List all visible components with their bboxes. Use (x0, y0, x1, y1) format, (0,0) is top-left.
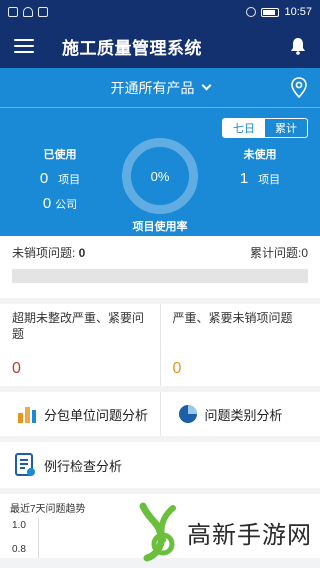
unsold-issues: 未销项问题: 0 (12, 244, 85, 261)
issues-progress-bar (12, 269, 308, 283)
checklist-icon (15, 453, 35, 476)
serious-unsold-card[interactable]: 严重、紧要未销项问题 0 (159, 304, 320, 386)
pie-chart-icon (178, 405, 197, 423)
top-nav-bar: 施工质量管理系统 (0, 24, 320, 68)
subcontract-analysis-label: 分包单位问题分析 (44, 407, 149, 423)
subcontract-analysis-link[interactable]: 分包单位问题分析 (0, 392, 160, 436)
overdue-serious-card[interactable]: 超期未整改严重、紧要问题 0 (0, 304, 160, 386)
status-icons-right: 10:57 (246, 6, 312, 18)
trend-tick-label: 0.8 (12, 544, 26, 555)
bar-chart-icon (18, 407, 36, 423)
routine-check-label: 例行检查分析 (44, 458, 123, 474)
usage-rate-donut: 0% (122, 138, 198, 214)
bell-icon[interactable] (290, 37, 306, 55)
trend-title: 最近7天问题趋势 (10, 504, 86, 515)
sim-icon (8, 7, 18, 17)
used-project-unit: 项目 (58, 174, 81, 186)
unused-title: 未使用 (243, 149, 277, 161)
total-issues-value: 0 (301, 246, 308, 260)
location-pin-icon[interactable] (290, 77, 308, 99)
trend-tick-label: 1.0 (12, 520, 26, 531)
unsold-issues-label: 未销项问题: (12, 246, 79, 260)
unused-project-unit: 项目 (258, 174, 281, 186)
issues-summary: 未销项问题: 0 累计问题:0 (0, 236, 320, 298)
status-icons-left (8, 7, 48, 17)
wifi-icon (23, 7, 33, 17)
product-select[interactable]: 开通所有产品 (110, 78, 211, 98)
unsold-issues-value: 0 (78, 246, 86, 260)
usage-summary-panel: 开通所有产品 七日 累计 已使用 0 项目 0 公司 0% 项目使用率 未使用 … (0, 68, 320, 236)
app-title: 施工质量管理系统 (62, 38, 202, 58)
overdue-serious-count: 0 (12, 360, 21, 377)
battery-icon (261, 7, 280, 17)
unused-stats: 未使用 1 项目 (200, 146, 320, 195)
product-selector-row: 开通所有产品 (0, 68, 320, 108)
period-tabs: 七日 累计 (222, 118, 308, 138)
used-company-count: 0 (42, 195, 52, 212)
menu-icon[interactable] (14, 39, 34, 53)
mute-icon (246, 7, 257, 17)
used-title: 已使用 (43, 149, 77, 161)
tab-seven-days[interactable]: 七日 (223, 119, 265, 137)
analysis-links: 分包单位问题分析 问题类别分析 (0, 392, 320, 436)
used-stats: 已使用 0 项目 0 公司 (0, 146, 120, 220)
chevron-down-icon (201, 80, 211, 91)
category-analysis-link[interactable]: 问题类别分析 (159, 392, 320, 436)
serious-unsold-title: 严重、紧要未销项问题 (172, 311, 293, 325)
serious-unsold-count: 0 (172, 360, 182, 377)
category-analysis-label: 问题类别分析 (204, 407, 283, 423)
unused-project-count: 1 (239, 170, 249, 187)
usage-rate-label: 项目使用率 (132, 221, 188, 233)
status-time: 10:57 (284, 6, 312, 18)
total-issues-label: 累计问题: (249, 246, 302, 260)
severity-cards: 超期未整改严重、紧要问题 0 严重、紧要未销项问题 0 (0, 304, 320, 386)
overdue-serious-title: 超期未整改严重、紧要问题 (12, 311, 145, 341)
used-project-count: 0 (39, 170, 49, 187)
product-select-label: 开通所有产品 (110, 79, 195, 96)
trend-y-axis (38, 518, 39, 558)
used-companies: 0 公司 (0, 195, 120, 212)
tab-cumulative[interactable]: 累计 (265, 119, 307, 137)
usage-rate-value: 0% (150, 168, 170, 184)
issue-trend-chart: 最近7天问题趋势 1.0 0.8 (0, 494, 320, 558)
image-icon (38, 7, 48, 17)
issues-counts: 未销项问题: 0 累计问题:0 (12, 244, 308, 261)
unused-projects: 1 项目 (200, 170, 320, 187)
total-issues: 累计问题:0 (250, 244, 308, 261)
routine-check-analysis-link[interactable]: 例行检查分析 (0, 442, 320, 488)
status-bar: 10:57 (0, 0, 320, 24)
used-projects: 0 项目 (0, 170, 120, 187)
used-company-unit: 公司 (55, 199, 78, 211)
